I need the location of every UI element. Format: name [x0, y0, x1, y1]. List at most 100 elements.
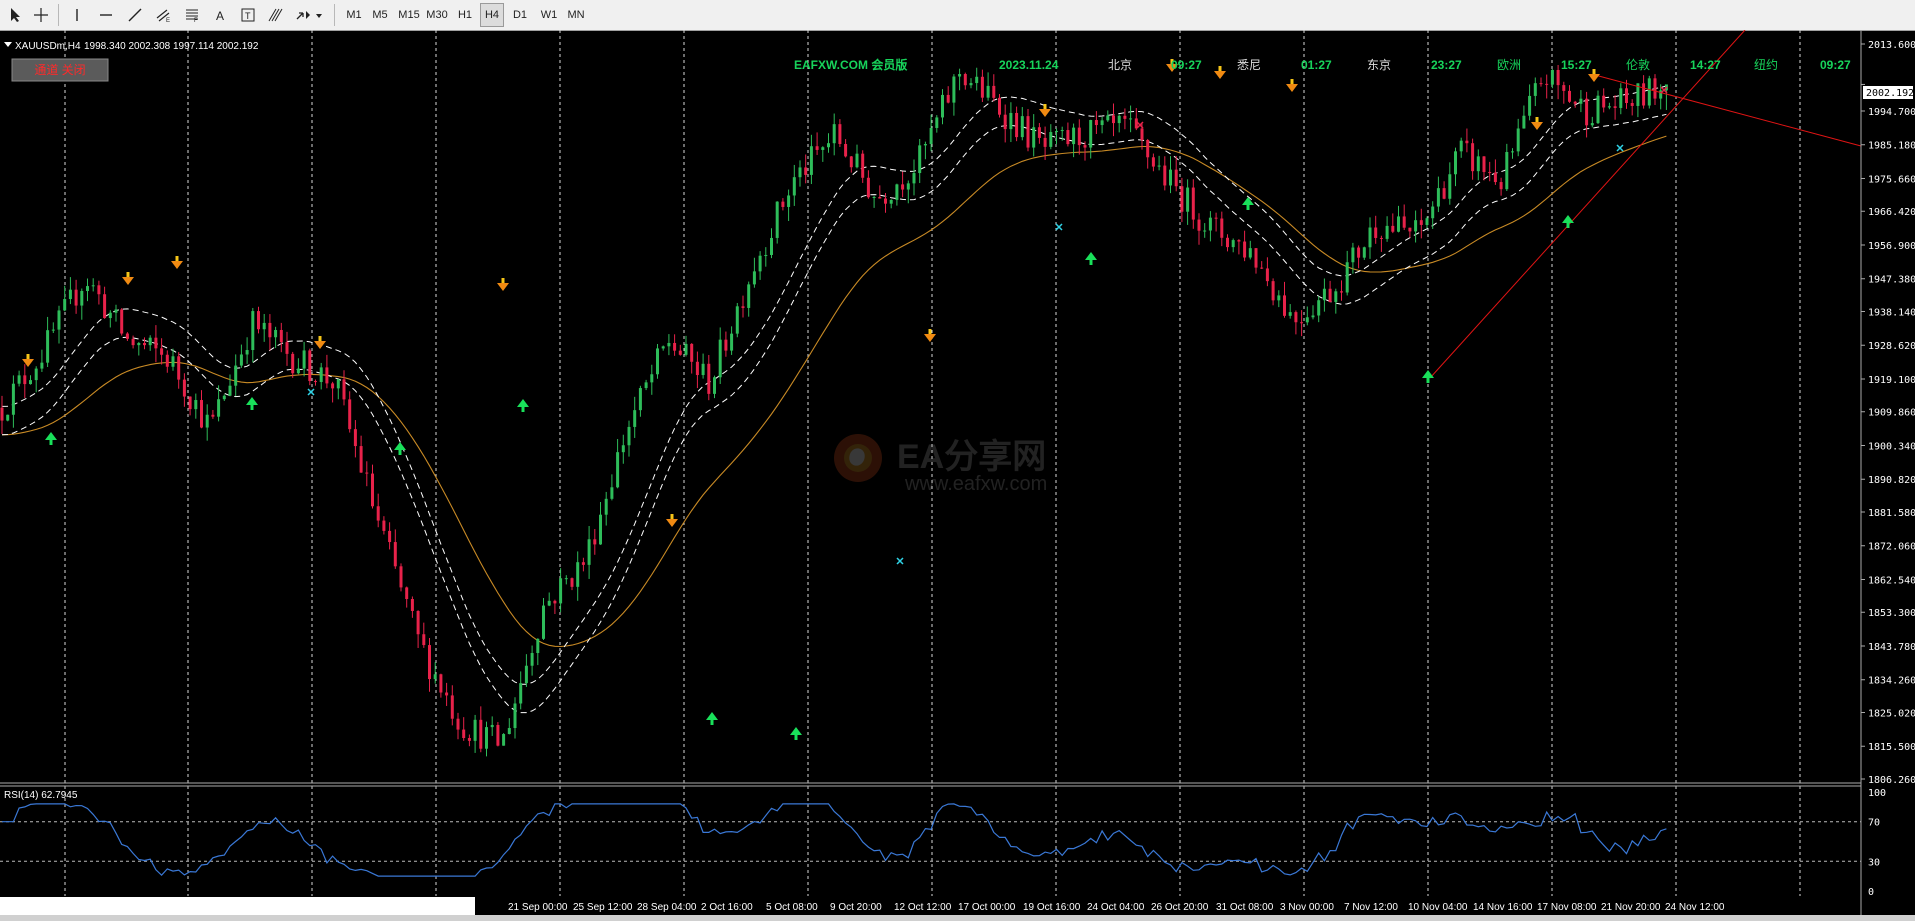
candle-body	[1117, 115, 1121, 124]
candle-body	[371, 473, 374, 507]
arrows-dropdown-icon[interactable]	[292, 3, 326, 27]
candle-body	[1260, 267, 1264, 269]
candle-body	[946, 94, 950, 103]
candle-body	[336, 379, 340, 389]
candle-body	[171, 356, 175, 367]
time-axis-label: 21 Nov 20:00	[1601, 902, 1661, 913]
timeframe-m15[interactable]: M15	[396, 3, 422, 27]
timeframe-m30[interactable]: M30	[424, 3, 450, 27]
candle-body	[1459, 140, 1463, 152]
buy-signal-icon	[706, 712, 718, 720]
candle-body	[1277, 295, 1281, 301]
buy-signal-icon	[517, 399, 529, 407]
candle-body	[1596, 95, 1600, 124]
timeframe-m1[interactable]: M1	[342, 3, 366, 27]
svg-text:A: A	[216, 9, 224, 23]
candle-body	[479, 719, 483, 749]
candle-body	[633, 410, 637, 427]
cursor-icon[interactable]	[4, 3, 26, 27]
timeframe-h1[interactable]: H1	[453, 3, 477, 27]
candle-body	[1294, 312, 1298, 323]
buy-signal-icon	[790, 727, 802, 735]
candle-body	[1094, 119, 1098, 126]
buy-signal-icon	[710, 720, 714, 725]
time-axis-label: 26 Oct 20:00	[1151, 902, 1209, 913]
candle-body	[405, 587, 409, 600]
candle-body	[68, 289, 72, 300]
rsi-title: RSI(14) 62.7945	[4, 790, 78, 801]
candle-body	[1402, 216, 1406, 228]
session-date: 2023.11.24	[999, 58, 1059, 72]
text-icon[interactable]: A	[210, 3, 232, 27]
candle-body	[752, 271, 756, 285]
candle-body	[895, 184, 899, 200]
candle-body	[496, 724, 500, 746]
candle-body	[553, 600, 557, 604]
sell-signal-icon	[122, 277, 134, 285]
timeframe-w1[interactable]: W1	[537, 3, 561, 27]
time-axis-label: 5 Oct 08:00	[766, 902, 818, 913]
candle-body	[616, 452, 620, 488]
candle-body	[547, 600, 551, 606]
candle-body	[188, 396, 192, 410]
candle-body	[165, 354, 169, 367]
candle-body	[1089, 119, 1093, 148]
candle-body	[1066, 130, 1070, 145]
candle-body	[1180, 186, 1184, 212]
candle-body	[1146, 140, 1150, 158]
label-icon[interactable]: T	[237, 3, 259, 27]
timeframe-m5[interactable]: M5	[368, 3, 392, 27]
candle-body	[234, 365, 238, 386]
candle-body	[576, 562, 580, 587]
time-axis-label: 2 Oct 16:00	[701, 902, 753, 913]
channel-icon[interactable]: E	[152, 3, 174, 27]
rsi-axis-label: 100	[1868, 788, 1886, 799]
candle-body	[1049, 132, 1053, 147]
candle-body	[1539, 83, 1543, 85]
candle-body	[120, 309, 124, 334]
crosshair-icon[interactable]	[30, 3, 52, 27]
channel-toggle-label[interactable]: 通道 关闭	[34, 63, 85, 77]
timeframe-h4[interactable]: H4	[480, 3, 504, 27]
fibonacci-icon[interactable]: F	[181, 3, 203, 27]
horizontal-line-icon[interactable]	[95, 3, 117, 27]
candle-body	[536, 638, 540, 654]
candle-body	[1032, 127, 1036, 148]
candle-body	[770, 237, 773, 255]
time-axis-label: 08:00	[479, 902, 504, 913]
candle-body	[40, 362, 44, 369]
candle-body	[177, 356, 181, 380]
candle-body	[1419, 220, 1423, 225]
time-axis-label: 17 Oct 00:00	[958, 902, 1016, 913]
timeframe-d1[interactable]: D1	[508, 3, 532, 27]
session-city: 欧洲	[1497, 58, 1521, 72]
candle-body	[1254, 248, 1258, 268]
trendline-icon[interactable]	[124, 3, 146, 27]
time-axis-label: 24 Oct 04:00	[1087, 902, 1145, 913]
price-axis-label: 1815.500	[1868, 742, 1915, 753]
candle-body	[861, 153, 865, 178]
sell-signal-icon	[1043, 104, 1047, 109]
price-axis-label: 1928.620	[1868, 341, 1915, 352]
candle-body	[1220, 218, 1224, 238]
price-axis-label: 1862.540	[1868, 575, 1915, 586]
gann-icon[interactable]	[264, 3, 286, 27]
timeframe-mn[interactable]: MN	[563, 3, 589, 27]
vertical-line-icon[interactable]	[66, 3, 88, 27]
candle-body	[1625, 88, 1628, 104]
candle-body	[872, 197, 876, 199]
candle-body	[1482, 156, 1486, 172]
candle-body	[849, 156, 853, 168]
candle-body	[724, 339, 728, 351]
candle-body	[1191, 187, 1195, 220]
candle-body	[1317, 300, 1321, 316]
candle-body	[1545, 83, 1549, 85]
candle-body	[764, 254, 768, 256]
chart-canvas[interactable]: EA分享网 www.eafxw.com XAUUSDm,H4 1998.340 …	[0, 30, 1915, 915]
candle-body	[1556, 69, 1560, 86]
time-axis-label: 10 Nov 04:00	[1408, 902, 1468, 913]
candle-body	[1573, 101, 1577, 104]
chart-menu-icon[interactable]	[4, 42, 12, 47]
candle-body	[86, 286, 89, 292]
candle-body	[1425, 218, 1429, 225]
